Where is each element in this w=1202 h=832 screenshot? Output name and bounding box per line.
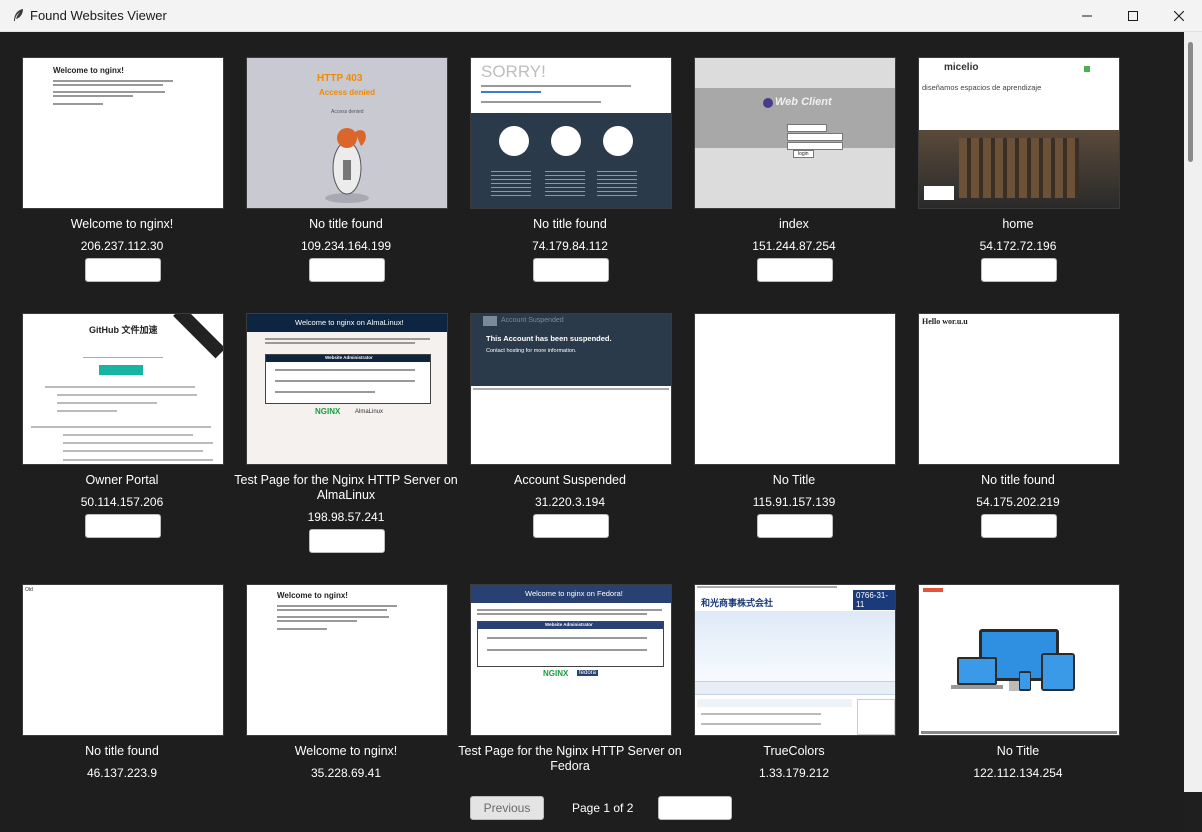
open-site-button[interactable] bbox=[533, 258, 609, 282]
site-title: Test Page for the Nginx HTTP Server on A… bbox=[234, 473, 458, 502]
site-thumbnail[interactable]: Web Client login bbox=[694, 57, 896, 209]
results-grid: Welcome to nginx! Welcome to nginx! 206.… bbox=[0, 32, 1184, 792]
site-thumbnail[interactable] bbox=[918, 584, 1120, 736]
scrollbar-thumb[interactable] bbox=[1188, 42, 1193, 162]
site-ip: 198.98.57.241 bbox=[307, 510, 385, 524]
minimize-button[interactable] bbox=[1064, 0, 1110, 31]
site-ip: 206.237.112.30 bbox=[80, 239, 164, 253]
site-thumbnail[interactable]: micelio diseñamos espacios de aprendizaj… bbox=[918, 57, 1120, 209]
window-titlebar: Found Websites Viewer bbox=[0, 0, 1202, 32]
thumb-heading: HTTP 403 bbox=[317, 73, 363, 84]
site-title: Welcome to nginx! bbox=[294, 744, 398, 758]
site-ip: 50.114.157.206 bbox=[80, 495, 164, 509]
site-ip: 1.33.179.212 bbox=[758, 766, 830, 780]
site-thumbnail[interactable]: 和光商事株式会社 0766-31-11 bbox=[694, 584, 896, 736]
open-site-button[interactable] bbox=[757, 258, 833, 282]
open-site-button[interactable] bbox=[85, 258, 161, 282]
close-icon bbox=[1174, 10, 1184, 21]
site-title: Welcome to nginx! bbox=[70, 217, 174, 231]
devices-illustration bbox=[951, 629, 1075, 691]
site-ip: 31.220.3.194 bbox=[534, 495, 606, 509]
page-indicator: Page 1 of 2 bbox=[572, 801, 634, 815]
site-title: Owner Portal bbox=[85, 473, 159, 487]
thumb-heading: Hello wor.u.u bbox=[922, 317, 968, 326]
thumb-heading: This Account has been suspended. bbox=[486, 334, 612, 343]
thumb-heading: 和光商事株式会社 bbox=[701, 598, 774, 608]
site-ip: 54.172.72.196 bbox=[979, 239, 1057, 253]
thumb-heading: GitHub 文件加速 bbox=[89, 325, 158, 335]
open-site-button[interactable] bbox=[309, 258, 385, 282]
site-title: No title found bbox=[981, 473, 1055, 487]
open-site-button[interactable] bbox=[981, 258, 1057, 282]
open-site-button[interactable] bbox=[533, 514, 609, 538]
site-thumbnail[interactable]: Welcome to nginx on Fedora! Website Admi… bbox=[470, 584, 672, 736]
vertical-scrollbar[interactable] bbox=[1184, 32, 1202, 792]
site-thumbnail[interactable]: Account Suspended This Account has been … bbox=[470, 313, 672, 465]
thumb-heading: Welcome to nginx! bbox=[277, 591, 348, 600]
next-button[interactable] bbox=[658, 796, 732, 820]
site-ip: 46.137.223.9 bbox=[86, 766, 158, 780]
site-ip: 74.179.84.112 bbox=[532, 239, 608, 253]
site-thumbnail[interactable]: Old bbox=[22, 584, 224, 736]
site-title: index bbox=[779, 217, 809, 231]
thumb-heading: Web Client bbox=[775, 96, 832, 108]
site-ip: 115.91.157.139 bbox=[752, 495, 836, 509]
previous-button[interactable]: Previous bbox=[470, 796, 544, 820]
site-thumbnail[interactable]: Welcome to nginx! bbox=[22, 57, 224, 209]
site-thumbnail[interactable]: Welcome to nginx on AlmaLinux! Website A… bbox=[246, 313, 448, 465]
thumb-heading: Welcome to nginx on Fedora! bbox=[525, 589, 623, 598]
thumb-heading: Welcome to nginx on AlmaLinux! bbox=[295, 318, 404, 327]
site-thumbnail[interactable]: GitHub 文件加速 bbox=[22, 313, 224, 465]
site-title: No Title bbox=[772, 473, 816, 487]
maximize-button[interactable] bbox=[1110, 0, 1156, 31]
thumb-heading: SORRY! bbox=[481, 62, 546, 81]
site-ip: 109.234.164.199 bbox=[300, 239, 392, 253]
site-ip: 151.244.87.254 bbox=[752, 239, 836, 253]
window-title: Found Websites Viewer bbox=[30, 8, 167, 23]
site-thumbnail[interactable]: Hello wor.u.u bbox=[918, 313, 1120, 465]
open-site-button[interactable] bbox=[757, 514, 833, 538]
close-button[interactable] bbox=[1156, 0, 1202, 31]
site-title: Test Page for the Nginx HTTP Server on F… bbox=[458, 744, 682, 773]
site-title: No title found bbox=[309, 217, 383, 231]
site-thumbnail[interactable]: SORRY! bbox=[470, 57, 672, 209]
open-site-button[interactable] bbox=[981, 514, 1057, 538]
site-title: home bbox=[1002, 217, 1034, 231]
minimize-icon bbox=[1082, 15, 1092, 16]
thumb-heading: Welcome to nginx! bbox=[53, 66, 124, 75]
feather-icon bbox=[14, 9, 23, 21]
site-title: No title found bbox=[533, 217, 607, 231]
site-title: No title found bbox=[85, 744, 159, 758]
site-title: TrueColors bbox=[763, 744, 825, 758]
mascot-illustration bbox=[325, 128, 369, 203]
site-ip: 122.112.134.254 bbox=[973, 766, 1063, 780]
site-thumbnail[interactable]: HTTP 403 Access denied Access denied bbox=[246, 57, 448, 209]
site-ip: 35.228.69.41 bbox=[310, 766, 382, 780]
site-title: No Title bbox=[996, 744, 1040, 758]
site-thumbnail[interactable]: Welcome to nginx! bbox=[246, 584, 448, 736]
site-title: Account Suspended bbox=[514, 473, 626, 487]
maximize-icon bbox=[1128, 10, 1138, 21]
open-site-button[interactable] bbox=[309, 529, 385, 553]
open-site-button[interactable] bbox=[85, 514, 161, 538]
site-thumbnail[interactable] bbox=[694, 313, 896, 465]
site-ip: 54.175.202.219 bbox=[976, 495, 1060, 509]
thumb-heading: micelio bbox=[944, 62, 979, 73]
